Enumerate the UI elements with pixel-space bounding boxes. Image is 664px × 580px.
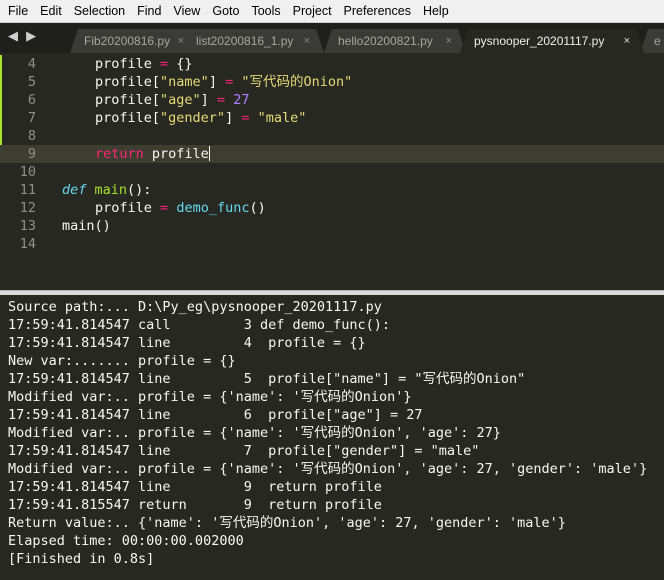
line-number: 12 [19, 200, 36, 216]
code-line-11: def main(): [62, 182, 152, 198]
menu-preferences[interactable]: Preferences [338, 0, 417, 22]
console-line: Source path:... D:\Py_eg\pysnooper_20201… [8, 299, 382, 315]
console-line: New var:....... profile = {} [8, 353, 236, 369]
console-line: 17:59:41.814547 line 9 return profile [8, 479, 382, 495]
close-icon[interactable]: × [304, 29, 310, 53]
line-number: 10 [19, 164, 36, 180]
console-line: Modified var:.. profile = {'name': '写代码的… [8, 389, 412, 405]
console-line: [Finished in 0.8s] [8, 551, 155, 567]
tab-hello20200821[interactable]: hello20200821.py × [324, 29, 466, 53]
tab-bar: ◀ ▶ Fib20200816.py × list20200816_1.py ×… [0, 23, 664, 53]
console-line: 17:59:41.814547 call 3 def demo_func(): [8, 317, 391, 333]
line-number: 13 [19, 218, 36, 234]
line-number: 5 [27, 74, 36, 90]
code-line-5: profile["name"] = "写代码的Onion" [95, 74, 353, 90]
close-icon[interactable]: × [624, 29, 630, 53]
tab-label: list20200816_1.py [196, 34, 294, 48]
tab-label: hello20200821.py [338, 34, 433, 48]
line-number: 9 [27, 146, 36, 162]
line-number: 11 [19, 182, 36, 198]
tab-label: Fib20200816.py [84, 34, 171, 48]
console-line: 17:59:41.814547 line 7 profile["gender"]… [8, 443, 480, 459]
line-number: 6 [27, 92, 36, 108]
menu-edit[interactable]: Edit [34, 0, 68, 22]
line-number: 8 [27, 128, 36, 144]
tab-overflow[interactable]: e [640, 29, 664, 53]
menu-tools[interactable]: Tools [245, 0, 286, 22]
line-number: 4 [27, 56, 36, 72]
menu-find[interactable]: Find [131, 0, 167, 22]
console-line: Modified var:.. profile = {'name': '写代码的… [8, 425, 501, 441]
menu-view[interactable]: View [167, 0, 206, 22]
tab-label: e [654, 34, 661, 48]
console-line: Elapsed time: 00:00:00.002000 [8, 533, 244, 549]
code-line-7: profile["gender"] = "male" [95, 110, 307, 126]
console-line: 17:59:41.814547 line 4 profile = {} [8, 335, 366, 351]
menu-bar: File Edit Selection Find View Goto Tools… [0, 0, 664, 23]
tab-list20200816-1[interactable]: list20200816_1.py × [182, 29, 324, 53]
console-line: Return value:.. {'name': '写代码的Onion', 'a… [8, 515, 566, 531]
tab-label: pysnooper_20201117.py [474, 34, 605, 48]
code-line-9: return profile [95, 146, 210, 162]
close-icon[interactable]: × [446, 29, 452, 53]
console-line: Modified var:.. profile = {'name': '写代码的… [8, 461, 648, 477]
close-icon[interactable]: × [178, 29, 184, 53]
text-cursor [208, 146, 210, 161]
code-editor[interactable]: 4 5 6 7 8 9 10 11 12 13 14 profile = {} … [0, 53, 664, 290]
menu-selection[interactable]: Selection [68, 0, 131, 22]
tab-nav-arrows-icon[interactable]: ◀ ▶ [8, 29, 38, 44]
code-line-6: profile["age"] = 27 [95, 92, 250, 108]
menu-project[interactable]: Project [287, 0, 338, 22]
console-line: 17:59:41.814547 line 6 profile["age"] = … [8, 407, 423, 423]
build-output-panel: Source path:... D:\Py_eg\pysnooper_20201… [0, 295, 664, 580]
console-line: 17:59:41.815547 return 9 return profile [8, 497, 382, 513]
line-number: 14 [19, 236, 36, 252]
menu-file[interactable]: File [0, 0, 34, 22]
code-line-4: profile = {} [95, 56, 193, 72]
menu-help[interactable]: Help [417, 0, 455, 22]
code-line-13: main() [62, 218, 111, 234]
menu-goto[interactable]: Goto [206, 0, 245, 22]
code-line-12: profile = demo_func() [95, 200, 266, 216]
line-number: 7 [27, 110, 36, 126]
tab-fib20200816[interactable]: Fib20200816.py × [70, 29, 198, 53]
console-line: 17:59:41.814547 line 5 profile["name"] =… [8, 371, 526, 387]
tab-pysnooper-20201117[interactable]: pysnooper_20201117.py × [460, 29, 644, 53]
